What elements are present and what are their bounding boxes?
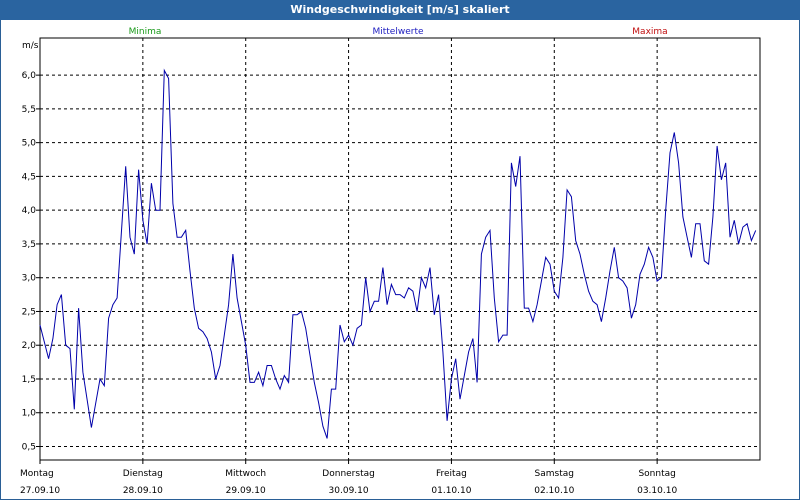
x-tick-date-label: 03.10.10 <box>637 486 677 496</box>
y-tick-label: 1,0 <box>22 409 37 419</box>
legend-entry: Minima <box>129 27 162 37</box>
y-tick-label: 4,0 <box>22 206 37 216</box>
x-tick-day-label: Mittwoch <box>225 469 266 479</box>
x-tick-date-label: 30.09.10 <box>329 486 369 496</box>
y-tick-label: 2,0 <box>22 341 37 351</box>
series-line-mittelwerte <box>39 68 757 439</box>
y-tick-label: 5,5 <box>22 105 36 115</box>
x-tick-day-label: Montag <box>20 469 54 479</box>
y-axis: 0,5 1,0 1,5 2,0 2,5 3,0 3,5 4,0 4,5 5,0 5,5 6,0 <box>22 71 40 452</box>
legend: Minima Mittelwerte Maxima <box>129 27 668 37</box>
y-tick-label: 4,5 <box>22 172 36 182</box>
y-tick-label: 3,5 <box>22 240 36 250</box>
x-tick-date-label: 01.10.10 <box>431 486 471 496</box>
x-tick-date-label: 27.09.10 <box>20 486 60 496</box>
y-tick-label: 6,0 <box>22 71 37 81</box>
x-tick-day-label: Samstag <box>535 469 574 479</box>
x-tick-date-label: 29.09.10 <box>226 486 266 496</box>
x-tick-day-label: Dienstag <box>123 469 163 479</box>
plot-area <box>39 37 761 461</box>
chart-canvas: 0,5 1,0 1,5 2,0 2,5 3,0 3,5 4,0 4,5 5,0 5,5 6,0 Mon… <box>20 27 761 496</box>
y-tick-label: 3,0 <box>22 274 37 284</box>
y-tick-label: 1,5 <box>22 375 36 385</box>
legend-entry: Maxima <box>632 27 667 37</box>
x-tick-day-label: Sonntag <box>638 469 675 479</box>
x-tick-day-label: Donnerstag <box>322 469 375 479</box>
y-tick-label: 5,0 <box>22 139 37 149</box>
y-tick-label: 0,5 <box>22 442 36 452</box>
x-tick-date-label: 28.09.10 <box>123 486 163 496</box>
x-tick-date-label: 02.10.10 <box>534 486 574 496</box>
x-axis: Montag 27.09.10 Dienstag 28.09.10 Mittwoch 29… <box>20 460 677 496</box>
x-tick-day-label: Freitag <box>436 469 467 479</box>
legend-entry: Mittelwerte <box>372 27 423 37</box>
y-tick-label: 2,5 <box>22 307 36 317</box>
grid-lines <box>40 38 760 460</box>
y-axis-label: m/s <box>22 41 39 51</box>
